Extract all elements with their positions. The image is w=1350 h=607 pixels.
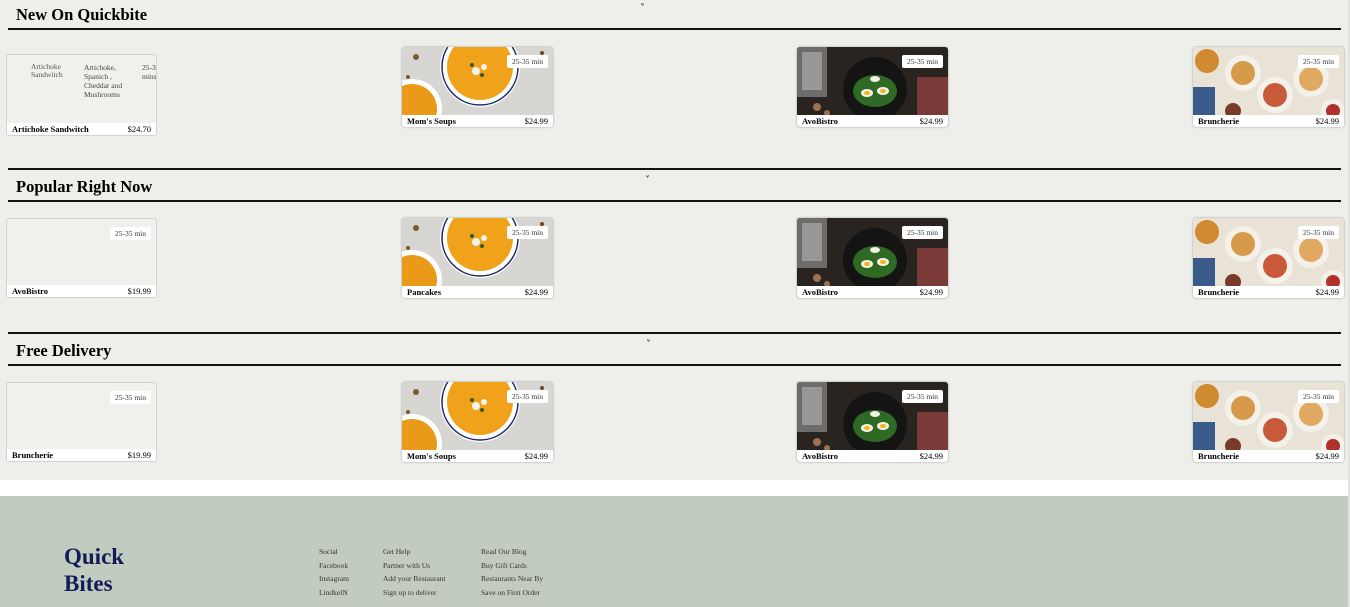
restaurant-card[interactable]: 25-35 min Mom's Soups $24.99 <box>402 47 553 127</box>
delivery-time-badge: 25-35 min <box>1297 226 1339 239</box>
section-underline <box>8 364 1341 366</box>
card-delivery-time: 25-35 mins <box>142 63 157 81</box>
footer-logo[interactable]: Quick Bites <box>64 543 144 597</box>
card-footer: Artichoke Sandwitch $24.70 <box>7 123 156 135</box>
delivery-time-badge: 25-35 min <box>506 55 548 68</box>
card-description: Artichoke, Spanich , Cheddar and Mushroo… <box>84 63 123 99</box>
restaurant-card[interactable]: 25-35 min Mom's Soups $24.99 <box>402 382 553 462</box>
delivery-time-badge: 25-35 min <box>1297 390 1339 403</box>
card-price: $24.99 <box>1315 287 1339 297</box>
delivery-time-badge: 25-35 min <box>109 391 151 404</box>
footer-logo-line2: Bites <box>64 571 113 596</box>
card-price: $24.99 <box>919 451 943 461</box>
section-underline <box>8 200 1341 202</box>
restaurant-card[interactable]: 25-35 min AvoBistro $24.99 <box>797 382 948 462</box>
card-price: $24.99 <box>1315 451 1339 461</box>
section-title: Free Delivery <box>16 341 112 360</box>
card-price: $24.99 <box>919 287 943 297</box>
card-name: Pancakes <box>407 287 441 297</box>
card-footer: AvoBistro $24.99 <box>797 115 948 127</box>
card-price: $19.99 <box>127 286 151 296</box>
footer-link[interactable]: Sign up to deliver <box>383 586 446 600</box>
card-footer: Bruncherie $24.99 <box>1193 115 1344 127</box>
card-name: Mom's Soups <box>407 116 456 126</box>
restaurant-card[interactable]: 25-35 min Bruncherie $24.99 <box>1193 218 1344 298</box>
delivery-time-badge: 25-35 min <box>506 226 548 239</box>
card-name: Bruncherie <box>12 450 54 460</box>
restaurant-card[interactable]: 25-35 min AvoBistro $24.99 <box>797 218 948 298</box>
footer-logo-line1: Quick <box>64 544 125 569</box>
footer-link[interactable]: Get Help <box>383 545 446 559</box>
section-title: Popular Right Now <box>16 177 153 196</box>
restaurant-card[interactable]: 25-35 min Pancakes $24.99 <box>402 218 553 298</box>
card-price: $24.99 <box>1315 116 1339 126</box>
card-name: AvoBistro <box>12 286 49 296</box>
restaurant-card[interactable]: 25-35 min Bruncherie $24.99 <box>1193 382 1344 462</box>
section-title: New On Quickbite <box>16 5 148 24</box>
site-footer: Quick Bites Social Facebook Instagram Li… <box>0 496 1348 607</box>
section-underline <box>8 28 1341 30</box>
card-footer: AvoBistro $19.99 <box>7 285 156 297</box>
restaurant-card[interactable]: 25-35 min AvoBistro $24.99 <box>797 47 948 127</box>
footer-link[interactable]: Facebook <box>319 559 349 573</box>
footer-link[interactable]: Read Our Blog <box>481 545 543 559</box>
footer-link[interactable]: Instagram <box>319 572 349 586</box>
delivery-time-badge: 25-35 min <box>1297 55 1339 68</box>
card-price: $24.70 <box>127 124 151 134</box>
card-footer: Mom's Soups $24.99 <box>402 115 553 127</box>
footer-link[interactable]: Add your Restaurant <box>383 572 446 586</box>
card-price: $24.99 <box>524 287 548 297</box>
chevron-down-icon[interactable]: ˅ <box>640 4 645 14</box>
restaurant-card[interactable]: 25-35 min Bruncherie $24.99 <box>1193 47 1344 127</box>
footer-column-more: Read Our Blog Buy Gift Cards Restaurants… <box>481 545 543 599</box>
footer-link[interactable]: Buy Gift Cards <box>481 559 543 573</box>
card-name: Bruncherie <box>1198 451 1240 461</box>
card-footer: Bruncherie $24.99 <box>1193 450 1344 462</box>
card-footer: AvoBistro $24.99 <box>797 450 948 462</box>
broken-image-icon: Artichoke Sandwitch <box>31 63 63 77</box>
card-footer: Pancakes $24.99 <box>402 286 553 298</box>
section-divider <box>8 168 1341 170</box>
card-footer: Bruncherie $19.99 <box>7 449 156 461</box>
chevron-down-icon[interactable]: ˅ <box>645 176 650 186</box>
footer-column-help: Get Help Partner with Us Add your Restau… <box>383 545 446 599</box>
footer-column-social: Social Facebook Instagram LindkelN <box>319 545 349 599</box>
section-divider <box>8 332 1341 334</box>
card-name: Bruncherie <box>1198 287 1240 297</box>
card-price: $24.99 <box>919 116 943 126</box>
main-content <box>0 0 1348 480</box>
footer-link[interactable]: LindkelN <box>319 586 349 600</box>
card-price: $24.99 <box>524 451 548 461</box>
footer-link[interactable]: Social <box>319 545 349 559</box>
delivery-time-badge: 25-35 min <box>109 227 151 240</box>
card-name: Mom's Soups <box>407 451 456 461</box>
delivery-time-badge: 25-35 min <box>506 390 548 403</box>
restaurant-card[interactable]: Artichoke Sandwitch Artichoke, Spanich , … <box>6 54 157 136</box>
card-footer: AvoBistro $24.99 <box>797 286 948 298</box>
footer-link[interactable]: Partner with Us <box>383 559 446 573</box>
restaurant-card[interactable]: 25-35 min AvoBistro $19.99 <box>6 218 157 298</box>
card-name: AvoBistro <box>802 451 839 461</box>
card-price: $19.99 <box>127 450 151 460</box>
footer-link[interactable]: Save on First Order <box>481 586 543 600</box>
card-footer: Bruncherie $24.99 <box>1193 286 1344 298</box>
footer-link[interactable]: Restaurants Near By <box>481 572 543 586</box>
card-name: AvoBistro <box>802 287 839 297</box>
card-name: AvoBistro <box>802 116 839 126</box>
chevron-down-icon[interactable]: ˅ <box>646 340 651 350</box>
restaurant-card[interactable]: 25-35 min Bruncherie $19.99 <box>6 382 157 462</box>
card-name: Bruncherie <box>1198 116 1240 126</box>
delivery-time-badge: 25-35 min <box>901 226 943 239</box>
card-name: Artichoke Sandwitch <box>12 124 89 134</box>
card-footer: Mom's Soups $24.99 <box>402 450 553 462</box>
delivery-time-badge: 25-35 min <box>901 55 943 68</box>
card-price: $24.99 <box>524 116 548 126</box>
delivery-time-badge: 25-35 min <box>901 390 943 403</box>
